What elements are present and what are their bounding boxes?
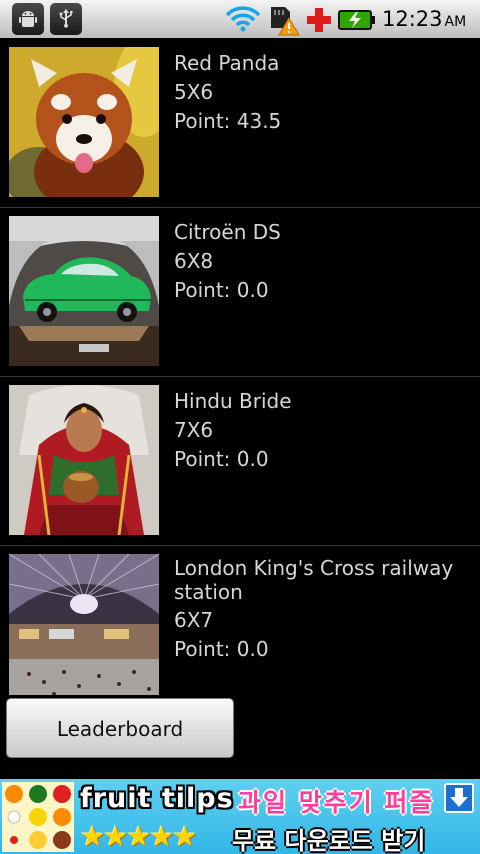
- puzzle-info: London King's Cross railway station 6X7 …: [174, 556, 464, 664]
- medical-cross-icon: [307, 8, 331, 32]
- red-panda-thumbnail: [9, 47, 159, 197]
- ad-banner[interactable]: fruit tilps 과일 맞추기 퍼즐 ★★★★★ 무료 다운로드 받기: [0, 779, 480, 854]
- puzzle-points: Point: 43.5: [174, 109, 282, 133]
- puzzle-size: 5X6: [174, 80, 214, 104]
- status-bar: 12:23 AM: [0, 0, 480, 38]
- citroen-ds-thumbnail: [9, 216, 159, 366]
- hindu-bride-thumbnail: [9, 385, 159, 535]
- leaderboard-button[interactable]: Leaderboard: [6, 698, 234, 758]
- puzzle-row[interactable]: Hindu Bride 7X6 Point: 0.0: [0, 376, 480, 546]
- puzzle-row[interactable]: London King's Cross railway station 6X7 …: [0, 545, 480, 695]
- kings-cross-thumbnail: [9, 554, 159, 695]
- ad-subtitle: 과일 맞추기 퍼즐: [238, 788, 435, 817]
- ad-title: fruit tilps: [80, 783, 234, 814]
- puzzle-size: 6X8: [174, 249, 214, 273]
- puzzle-points: Point: 0.0: [174, 447, 269, 471]
- puzzle-row[interactable]: Red Panda 5X6 Point: 43.5: [0, 38, 480, 208]
- sd-card-warning-icon: [271, 7, 300, 36]
- puzzle-row[interactable]: Citroën DS 6X8 Point: 0.0: [0, 207, 480, 377]
- clock-time: 12:23: [382, 7, 443, 31]
- wifi-icon: [225, 6, 261, 32]
- ad-download-text: 무료 다운로드 받기: [232, 827, 426, 854]
- android-icon: [12, 3, 44, 35]
- fruit-grid-icon: [2, 782, 74, 852]
- puzzle-points: Point: 0.0: [174, 637, 269, 661]
- puzzle-title: Citroën DS: [174, 220, 281, 244]
- puzzle-size: 7X6: [174, 418, 214, 442]
- puzzle-size: 6X7: [174, 608, 214, 632]
- puzzle-info: Red Panda 5X6 Point: 43.5: [174, 49, 464, 136]
- download-arrow-icon[interactable]: [444, 783, 474, 813]
- puzzle-points: Point: 0.0: [174, 278, 269, 302]
- status-clock: 12:23 AM: [382, 4, 466, 34]
- puzzle-title: Hindu Bride: [174, 389, 292, 413]
- battery-charging-icon: [338, 10, 375, 30]
- puzzle-title: Red Panda: [174, 51, 280, 75]
- puzzle-info: Hindu Bride 7X6 Point: 0.0: [174, 387, 464, 474]
- usb-icon: [50, 3, 82, 35]
- clock-ampm: AM: [444, 14, 467, 30]
- puzzle-title: London King's Cross railway station: [174, 556, 454, 604]
- ad-rating-stars: ★★★★★: [80, 820, 198, 853]
- puzzle-info: Citroën DS 6X8 Point: 0.0: [174, 218, 464, 305]
